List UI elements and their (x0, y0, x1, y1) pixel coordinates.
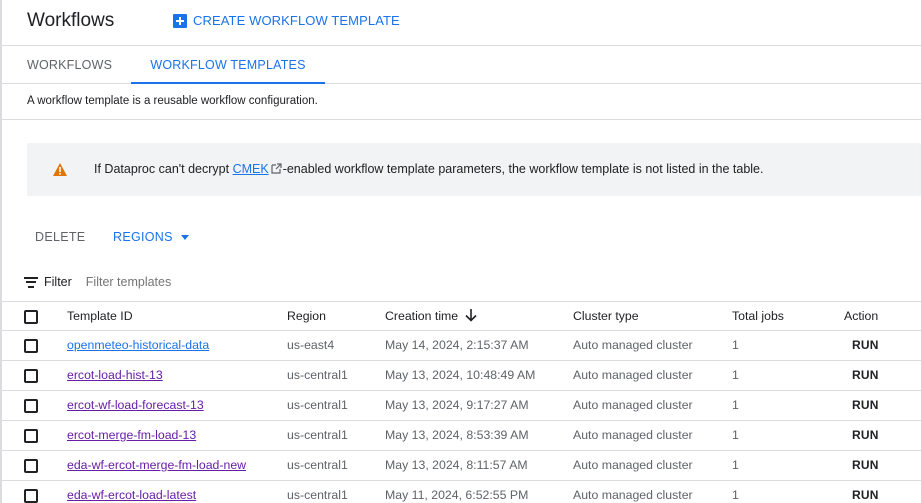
page-title: Workflows (27, 10, 115, 31)
row-cluster-type: Auto managed cluster (573, 458, 693, 472)
caret-down-icon (180, 234, 189, 240)
row-region: us-central1 (287, 428, 348, 442)
run-button[interactable]: RUN (852, 488, 879, 502)
row-creation-time: May 11, 2024, 6:52:55 PM (385, 488, 529, 502)
row-creation-time: May 13, 2024, 10:48:49 AM (385, 368, 536, 382)
table-row: eda-wf-ercot-merge-fm-load-new us-central… (0, 451, 921, 481)
row-total-jobs: 1 (732, 338, 739, 352)
description-bar: A workflow template is a reusable workfl… (0, 84, 921, 120)
row-total-jobs: 1 (732, 458, 739, 472)
banner-text-suffix: -enabled workflow template parameters, t… (282, 162, 764, 176)
template-id-link[interactable]: openmeteo-historical-data (67, 338, 209, 352)
tab-bar: WORKFLOWS WORKFLOW TEMPLATES (0, 46, 921, 84)
row-total-jobs: 1 (732, 368, 739, 382)
run-button[interactable]: RUN (852, 428, 879, 442)
row-total-jobs: 1 (732, 488, 739, 502)
row-checkbox[interactable] (24, 369, 38, 383)
row-creation-time: May 13, 2024, 9:17:27 AM (385, 398, 529, 412)
filter-icon (24, 276, 38, 288)
table-row: ercot-load-hist-13 us-central1 May 13, 202… (0, 361, 921, 391)
header-creation-time[interactable]: Creation time (385, 302, 477, 331)
create-workflow-template-button[interactable]: CREATE WORKFLOW TEMPLATE (173, 13, 400, 28)
table-row: openmeteo-historical-data us-east4 May 14,… (0, 331, 921, 361)
row-creation-time: May 14, 2024, 2:15:37 AM (385, 338, 529, 352)
cmek-warning-banner: If Dataproc can't decrypt CMEK -enabled … (27, 143, 921, 196)
row-total-jobs: 1 (732, 398, 739, 412)
header-action: Action (844, 309, 879, 323)
cmek-link[interactable]: CMEK (233, 162, 269, 176)
delete-button[interactable]: DELETE (35, 230, 85, 244)
template-id-link[interactable]: ercot-load-hist-13 (67, 368, 163, 382)
row-region: us-central1 (287, 368, 348, 382)
row-cluster-type: Auto managed cluster (573, 488, 693, 502)
page-header: Workflows CREATE WORKFLOW TEMPLATE (0, 0, 921, 46)
sort-arrow-down-icon (465, 309, 477, 322)
filter-label: Filter (44, 275, 72, 289)
row-checkbox[interactable] (24, 489, 38, 503)
template-id-link[interactable]: eda-wf-ercot-merge-fm-load-new (67, 458, 246, 472)
external-link-icon (271, 163, 282, 174)
template-id-link[interactable]: ercot-merge-fm-load-13 (67, 428, 196, 442)
row-region: us-east4 (287, 338, 335, 352)
header-total-jobs[interactable]: Total jobs (732, 302, 784, 331)
regions-label: REGIONS (113, 230, 173, 244)
row-cluster-type: Auto managed cluster (573, 368, 693, 382)
template-id-link[interactable]: eda-wf-ercot-load-latest (67, 488, 196, 502)
table-row: ercot-merge-fm-load-13 us-central1 May 13,… (0, 421, 921, 451)
run-button[interactable]: RUN (852, 368, 879, 382)
row-region: us-central1 (287, 398, 348, 412)
row-checkbox[interactable] (24, 399, 38, 413)
banner-message: If Dataproc can't decrypt CMEK -enabled … (94, 162, 763, 176)
template-id-link[interactable]: ercot-wf-load-forecast-13 (67, 398, 204, 412)
row-checkbox[interactable] (24, 339, 38, 353)
banner-text-prefix: If Dataproc can't decrypt (94, 162, 233, 176)
run-button[interactable]: RUN (852, 338, 879, 352)
table-row: ercot-wf-load-forecast-13 us-central1 May … (0, 391, 921, 421)
run-button[interactable]: RUN (852, 458, 879, 472)
filter-bar: Filter (24, 272, 921, 292)
row-checkbox[interactable] (24, 459, 38, 473)
row-cluster-type: Auto managed cluster (573, 398, 693, 412)
row-creation-time: May 13, 2024, 8:53:39 AM (385, 428, 529, 442)
tab-workflows[interactable]: WORKFLOWS (27, 46, 112, 84)
page-description: A workflow template is a reusable workfl… (27, 95, 318, 107)
warning-icon (53, 163, 67, 176)
header-region[interactable]: Region (287, 302, 326, 331)
row-creation-time: May 13, 2024, 8:11:57 AM (385, 458, 528, 472)
filter-input[interactable] (85, 275, 386, 289)
templates-table: Template ID Region Creation time Cluster… (0, 301, 921, 503)
table-header-row: Template ID Region Creation time Cluster… (0, 301, 921, 331)
row-region: us-central1 (287, 488, 348, 502)
row-cluster-type: Auto managed cluster (573, 428, 693, 442)
add-box-icon (173, 13, 187, 28)
row-region: us-central1 (287, 458, 348, 472)
regions-dropdown[interactable]: REGIONS (113, 230, 189, 244)
row-total-jobs: 1 (732, 428, 739, 442)
create-workflow-template-label: CREATE WORKFLOW TEMPLATE (193, 13, 400, 28)
header-creation-time-label: Creation time (385, 309, 459, 323)
select-all-checkbox[interactable] (24, 310, 38, 324)
header-cluster-type[interactable]: Cluster type (573, 302, 639, 331)
run-button[interactable]: RUN (852, 398, 879, 412)
header-template-id[interactable]: Template ID (67, 302, 133, 331)
tab-workflow-templates[interactable]: WORKFLOW TEMPLATES (131, 46, 325, 84)
table-row: eda-wf-ercot-load-latest us-central1 May 1… (0, 481, 921, 503)
row-checkbox[interactable] (24, 429, 38, 443)
row-cluster-type: Auto managed cluster (573, 338, 693, 352)
